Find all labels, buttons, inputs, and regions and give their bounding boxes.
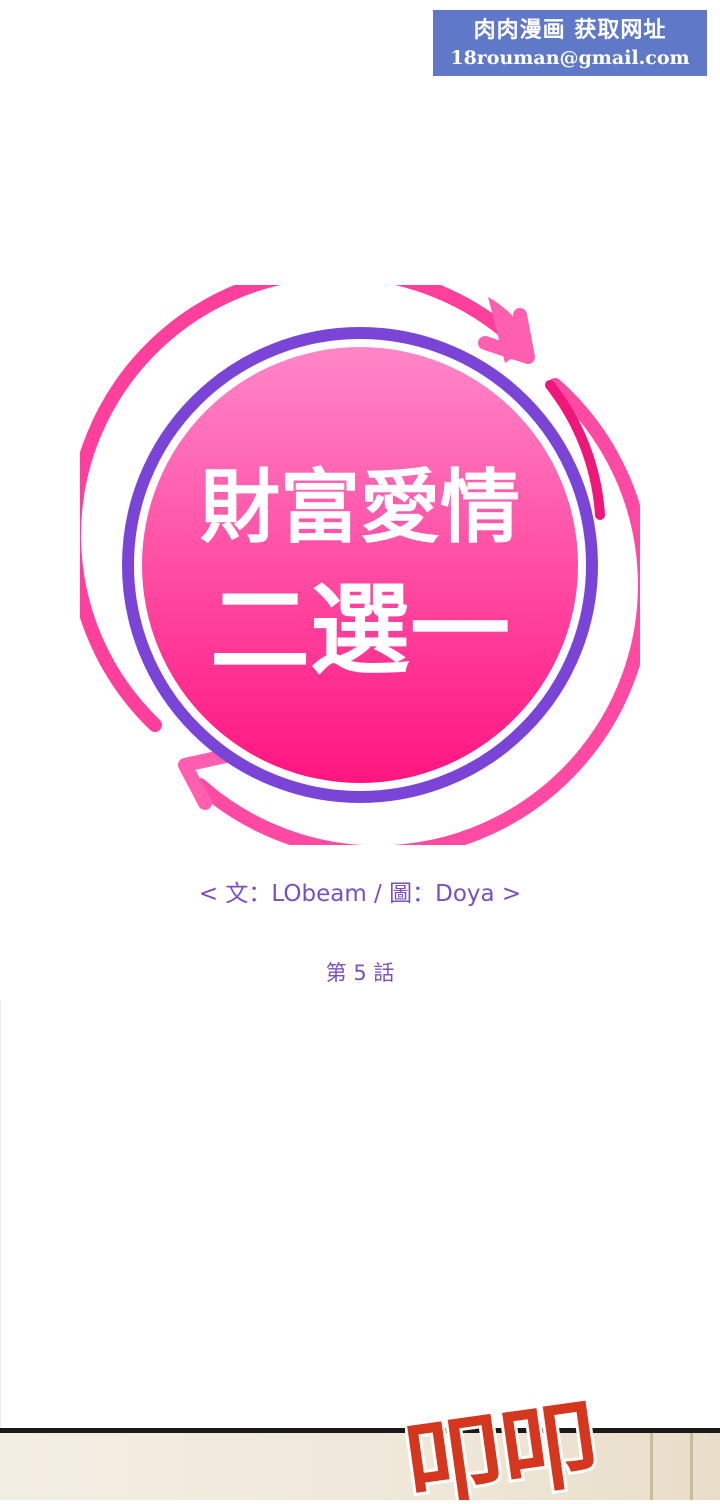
sfx-graphic: 叩叩 (396, 1383, 608, 1504)
logo-disc (142, 347, 578, 783)
scene-post (690, 1433, 693, 1500)
sfx-text: 叩叩 (405, 1386, 605, 1500)
watermark-title: 肉肉漫画 获取网址 (473, 18, 667, 43)
watermark-email: 18rouman@gmail.com (450, 47, 690, 69)
series-logo: 財富愛情 二選一 (80, 285, 640, 845)
chapter-number: 第 5 話 (325, 961, 395, 985)
logo-title-line1: 財富愛情 (200, 461, 520, 554)
author-credit: < 文：LObeam / 圖：Doya > (198, 881, 522, 907)
logo-graphic: 財富愛情 二選一 (80, 285, 640, 845)
watermark-banner: 肉肉漫画 获取网址 18rouman@gmail.com (433, 10, 707, 76)
knock-sound-effect: 叩叩 (396, 1383, 655, 1504)
logo-title-line2: 二選一 (210, 572, 510, 689)
